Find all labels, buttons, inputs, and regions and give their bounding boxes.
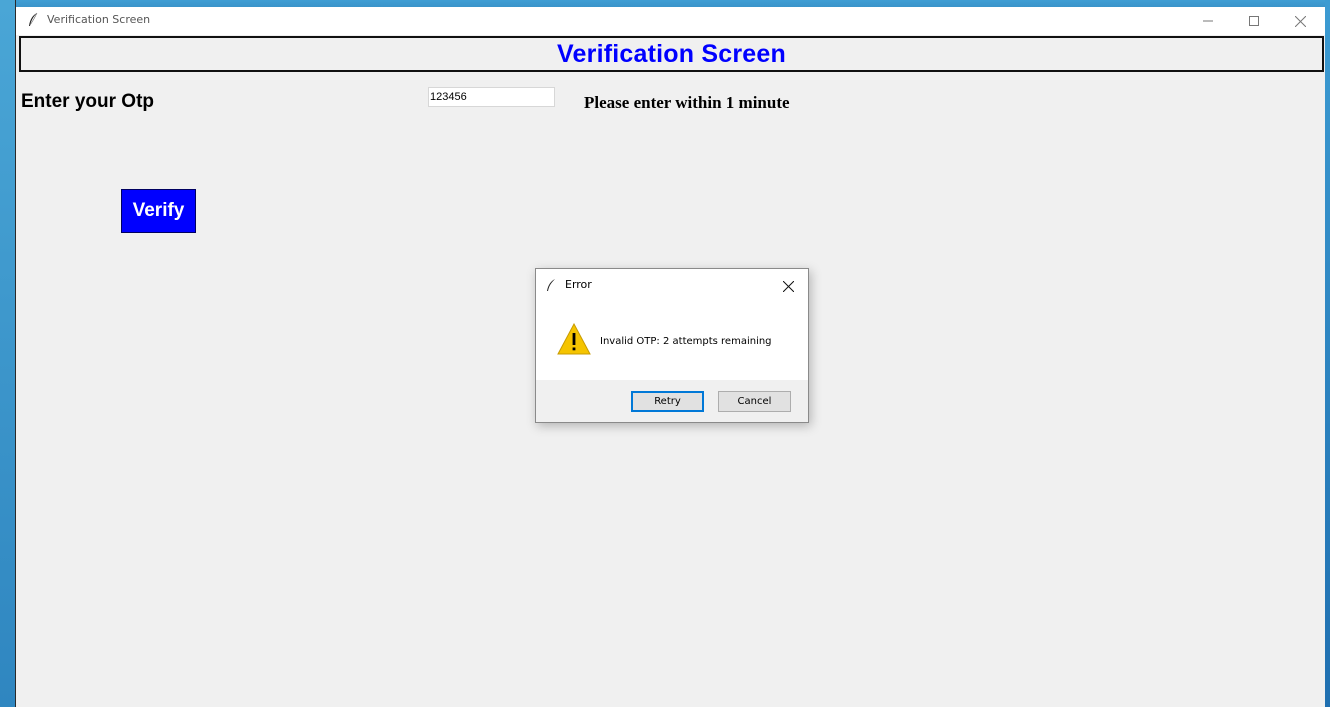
header-banner: Verification Screen bbox=[19, 36, 1324, 72]
main-window: Verification Screen Verification Screen … bbox=[15, 0, 1325, 707]
desktop-strip bbox=[16, 0, 1325, 7]
maximize-icon bbox=[1249, 16, 1259, 26]
window-titlebar[interactable]: Verification Screen bbox=[16, 7, 1325, 35]
warning-icon bbox=[557, 323, 591, 355]
otp-label: Enter your Otp bbox=[21, 91, 155, 112]
close-icon bbox=[1294, 15, 1306, 27]
dialog-titlebar[interactable]: Error bbox=[536, 269, 808, 301]
maximize-button[interactable] bbox=[1231, 7, 1277, 35]
verify-button[interactable]: Verify bbox=[121, 189, 196, 233]
cancel-button[interactable]: Cancel bbox=[718, 391, 791, 412]
minimize-icon bbox=[1203, 20, 1213, 22]
minimize-button[interactable] bbox=[1185, 7, 1231, 35]
time-limit-hint: Please enter within 1 minute bbox=[584, 93, 790, 112]
desktop-background bbox=[1325, 0, 1330, 707]
dialog-body: Invalid OTP: 2 attempts remaining bbox=[536, 301, 808, 380]
error-dialog: Error Invalid OTP: 2 attempts remaining … bbox=[535, 268, 809, 423]
window-title: Verification Screen bbox=[47, 13, 151, 26]
feather-icon bbox=[547, 279, 555, 291]
close-icon bbox=[782, 280, 794, 292]
dialog-title: Error bbox=[565, 278, 592, 291]
header-title: Verification Screen bbox=[557, 39, 786, 68]
dialog-footer: Retry Cancel bbox=[536, 380, 808, 422]
dialog-message: Invalid OTP: 2 attempts remaining bbox=[600, 336, 772, 347]
feather-icon bbox=[29, 12, 38, 26]
close-button[interactable] bbox=[1277, 7, 1323, 35]
dialog-close-button[interactable] bbox=[776, 275, 800, 297]
otp-input[interactable] bbox=[428, 87, 555, 107]
retry-button[interactable]: Retry bbox=[631, 391, 704, 412]
